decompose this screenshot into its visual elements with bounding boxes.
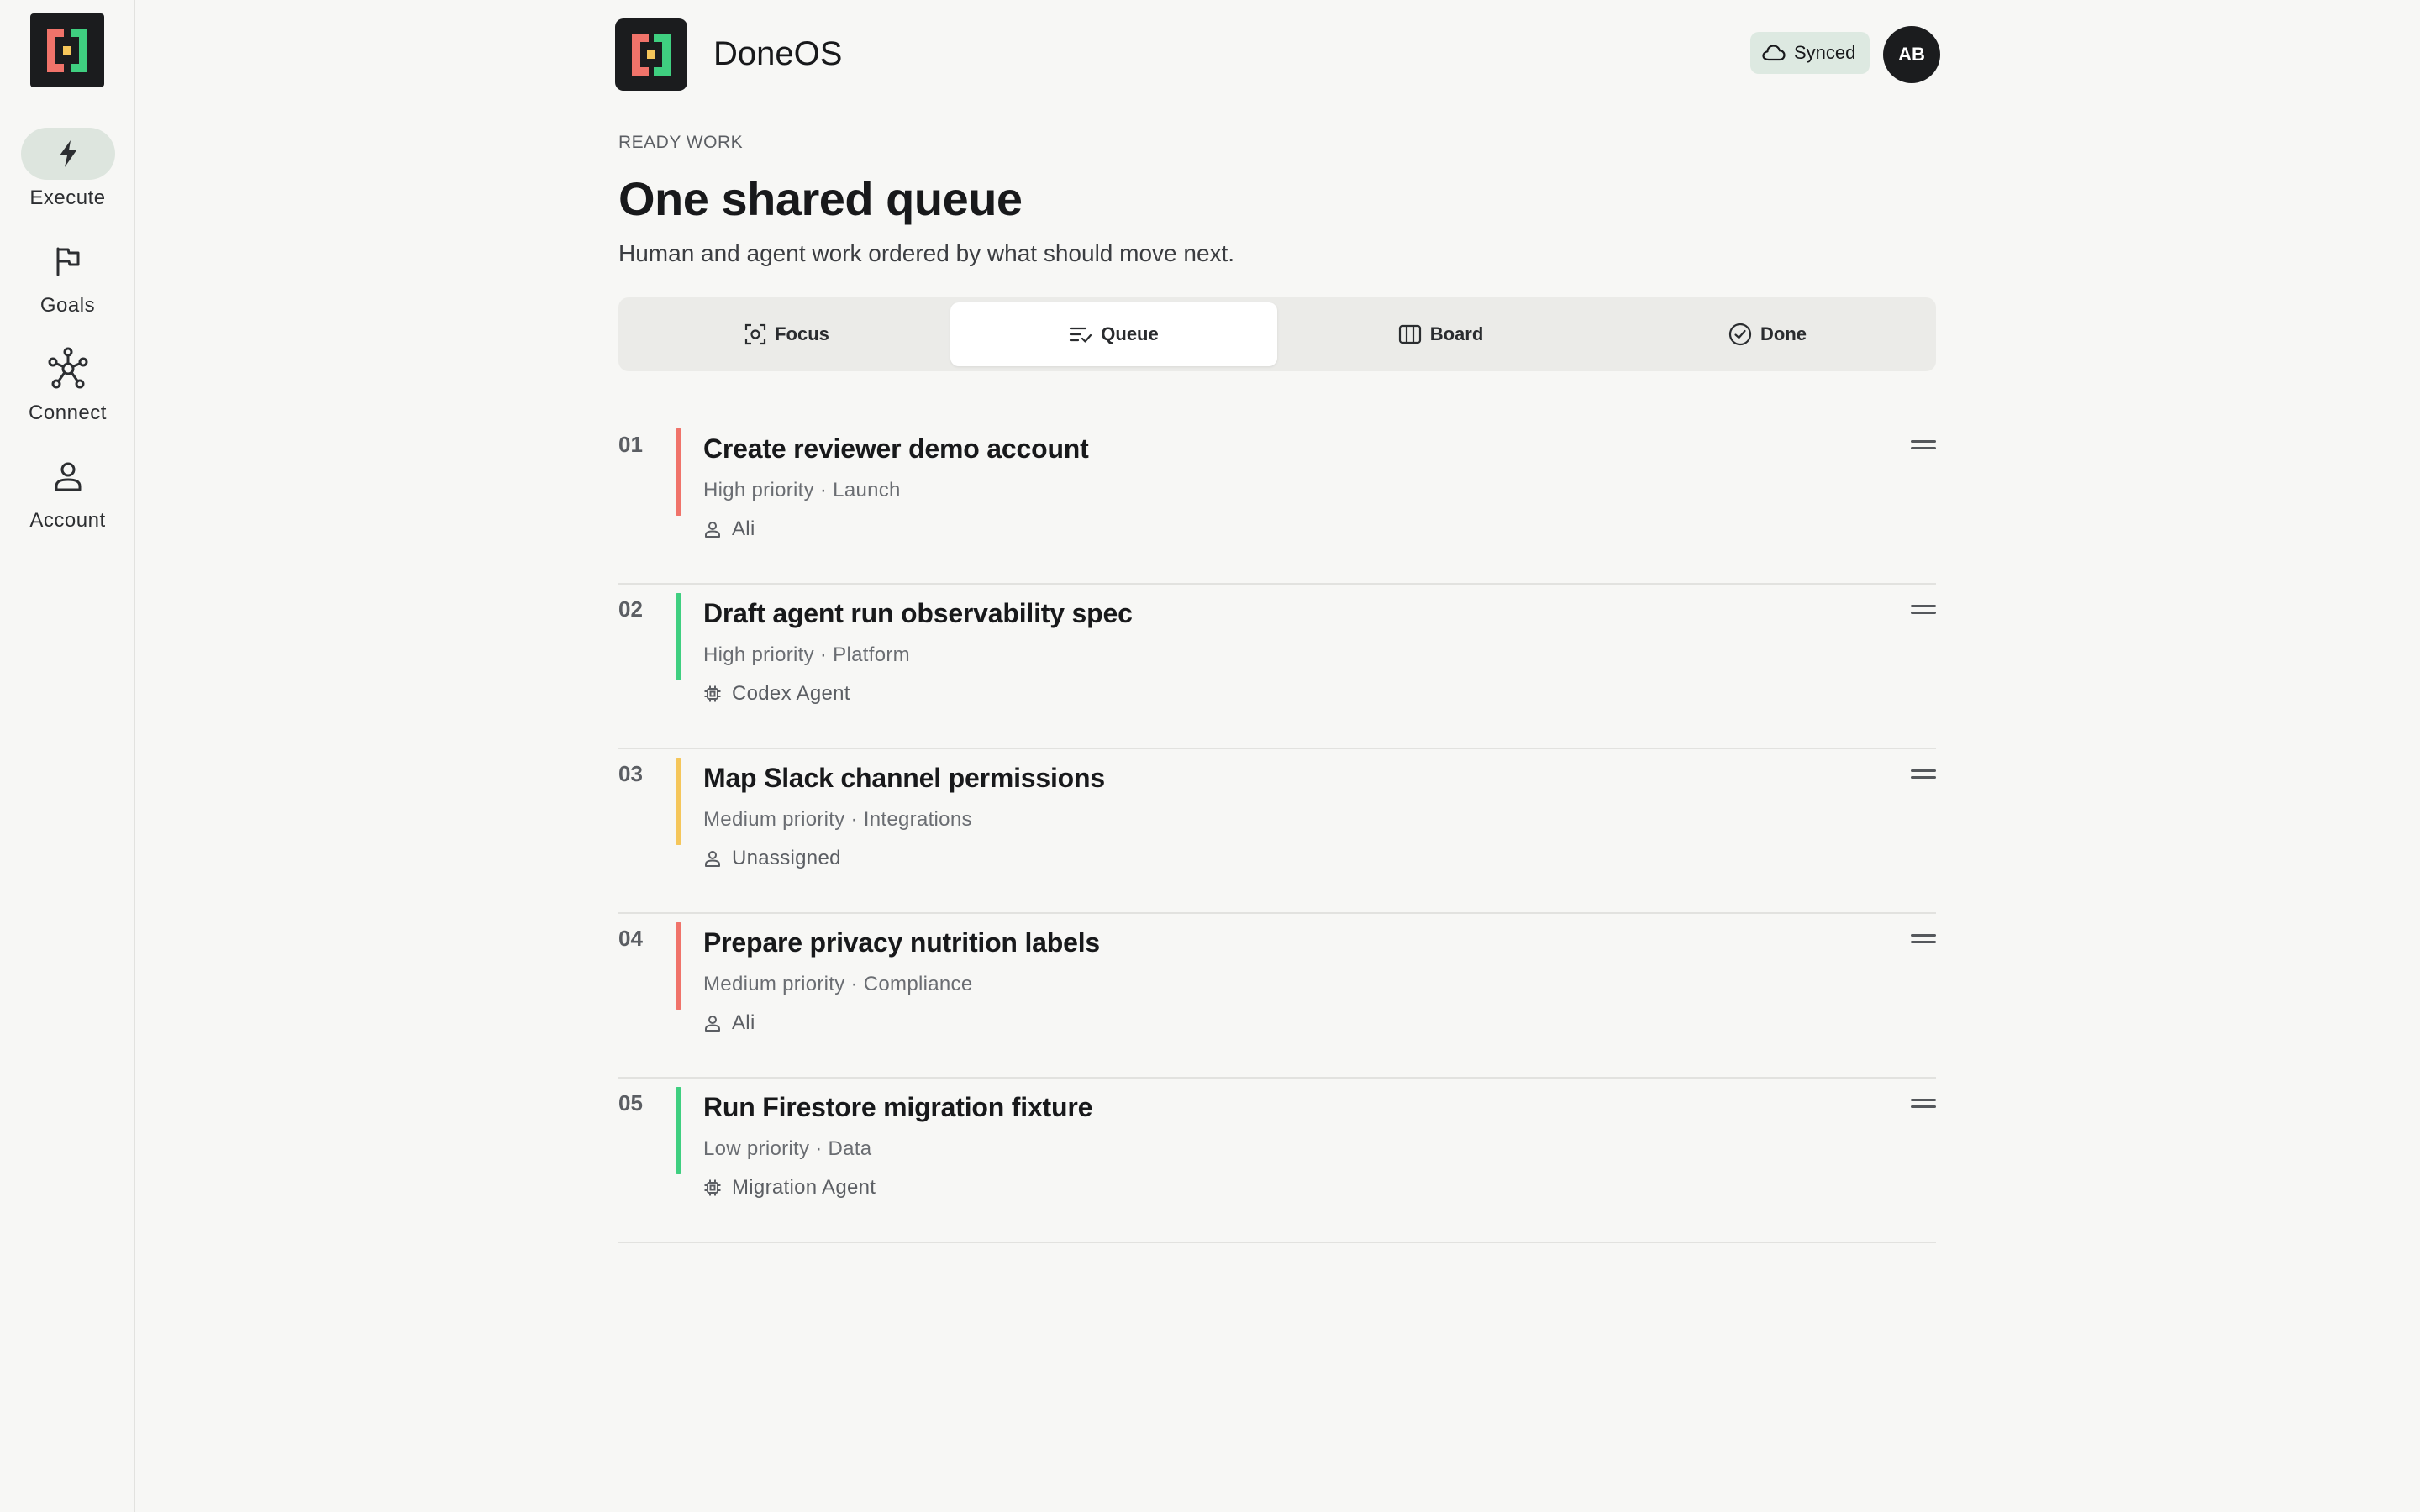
queue-list: 01 Create reviewer demo account High pri… <box>618 420 1936 1243</box>
item-number: 05 <box>618 1090 643 1116</box>
item-meta: High priority · Launch <box>703 479 901 501</box>
item-meta: Medium priority · Compliance <box>703 973 973 995</box>
app-logo-icon[interactable] <box>30 13 104 87</box>
list-item[interactable]: 04 Prepare privacy nutrition labels Medi… <box>618 914 1936 1079</box>
tab-label: Done <box>1760 323 1807 344</box>
item-number: 02 <box>618 596 643 622</box>
assignee-name: Codex Agent <box>732 682 850 705</box>
assignee-name: Ali <box>732 1011 755 1034</box>
tab-focus[interactable]: Focus <box>623 302 950 366</box>
sidebar-item-label: Account <box>29 509 106 532</box>
sidebar-item-connect[interactable]: Connect <box>0 343 135 435</box>
page-subtitle: Human and agent work ordered by what sho… <box>618 240 1235 266</box>
assignee-name: Migration Agent <box>732 1176 876 1199</box>
flag-icon <box>56 247 79 276</box>
sync-status-badge[interactable]: Synced <box>1750 32 1870 74</box>
bolt-icon <box>59 140 76 167</box>
item-assignee: Ali <box>703 1011 755 1035</box>
top-bar: DoneOS Synced AB <box>615 17 1941 91</box>
sidebar-item-label: Goals <box>39 294 96 317</box>
drag-handle-icon[interactable] <box>1911 440 1936 452</box>
assignee-name: Ali <box>732 517 755 540</box>
drag-handle-icon[interactable] <box>1911 769 1936 781</box>
item-title[interactable]: Map Slack channel permissions <box>703 763 1105 794</box>
sidebar: Execute Goals Connect Account <box>0 0 135 1512</box>
item-assignee: Unassigned <box>703 847 841 870</box>
app-title: DoneOS <box>713 35 843 72</box>
item-assignee: Codex Agent <box>703 682 850 706</box>
check-circle-icon <box>1728 323 1752 346</box>
avatar[interactable]: AB <box>1883 26 1940 83</box>
list-item[interactable]: 03 Map Slack channel permissions Medium … <box>618 749 1936 914</box>
tab-label: Queue <box>1101 323 1159 344</box>
sync-status-label: Synced <box>1794 42 1856 63</box>
tab-label: Board <box>1429 323 1484 344</box>
focus-icon <box>744 323 766 345</box>
sidebar-item-label: Connect <box>29 402 107 424</box>
drag-handle-icon[interactable] <box>1911 934 1936 946</box>
priority-bar <box>676 922 681 1010</box>
list-item[interactable]: 02 Draft agent run observability spec Hi… <box>618 585 1936 749</box>
user-icon <box>705 522 720 538</box>
nav-pill <box>21 450 115 502</box>
item-number: 04 <box>618 926 643 951</box>
network-icon <box>48 347 87 389</box>
priority-bar <box>676 428 681 516</box>
sidebar-item-account[interactable]: Account <box>0 450 135 543</box>
priority-bar <box>676 758 681 845</box>
queue-icon <box>1070 327 1092 343</box>
drag-handle-icon[interactable] <box>1911 1099 1936 1110</box>
nav-pill <box>21 235 115 287</box>
sidebar-item-goals[interactable]: Goals <box>0 235 135 328</box>
user-icon <box>705 851 720 867</box>
list-item[interactable]: 01 Create reviewer demo account High pri… <box>618 420 1936 585</box>
assignee-name: Unassigned <box>732 847 841 869</box>
board-icon <box>1398 324 1421 344</box>
sidebar-item-label: Execute <box>29 186 106 209</box>
user-icon <box>55 462 81 491</box>
app-logo-icon[interactable] <box>615 18 687 91</box>
tab-label: Focus <box>775 323 829 344</box>
sidebar-item-execute[interactable]: Execute <box>0 128 135 220</box>
item-meta: High priority · Platform <box>703 643 910 666</box>
priority-bar <box>676 1087 681 1174</box>
item-number: 03 <box>618 761 643 786</box>
nav-pill <box>21 343 115 395</box>
item-title[interactable]: Run Firestore migration fixture <box>703 1092 1092 1123</box>
drag-handle-icon[interactable] <box>1911 605 1936 617</box>
tab-queue[interactable]: Queue <box>950 302 1277 366</box>
item-number: 01 <box>618 432 643 457</box>
list-item[interactable]: 05 Run Firestore migration fixture Low p… <box>618 1079 1936 1243</box>
page-title: One shared queue <box>618 172 1023 225</box>
agent-icon <box>704 685 721 702</box>
section-eyebrow: READY WORK <box>618 133 744 152</box>
item-meta: Medium priority · Integrations <box>703 808 972 831</box>
item-title[interactable]: Create reviewer demo account <box>703 433 1089 465</box>
cloud-icon <box>1762 45 1786 61</box>
item-meta: Low priority · Data <box>703 1137 872 1160</box>
view-tabs: Focus Queue Board Done <box>618 297 1936 371</box>
tab-done[interactable]: Done <box>1604 302 1931 366</box>
nav-pill <box>20 128 115 180</box>
tab-board[interactable]: Board <box>1277 302 1604 366</box>
item-assignee: Ali <box>703 517 755 541</box>
item-title[interactable]: Draft agent run observability spec <box>703 598 1133 629</box>
agent-icon <box>704 1179 721 1196</box>
item-title[interactable]: Prepare privacy nutrition labels <box>703 927 1100 958</box>
user-icon <box>705 1016 720 1032</box>
item-assignee: Migration Agent <box>703 1176 876 1200</box>
priority-bar <box>676 593 681 680</box>
